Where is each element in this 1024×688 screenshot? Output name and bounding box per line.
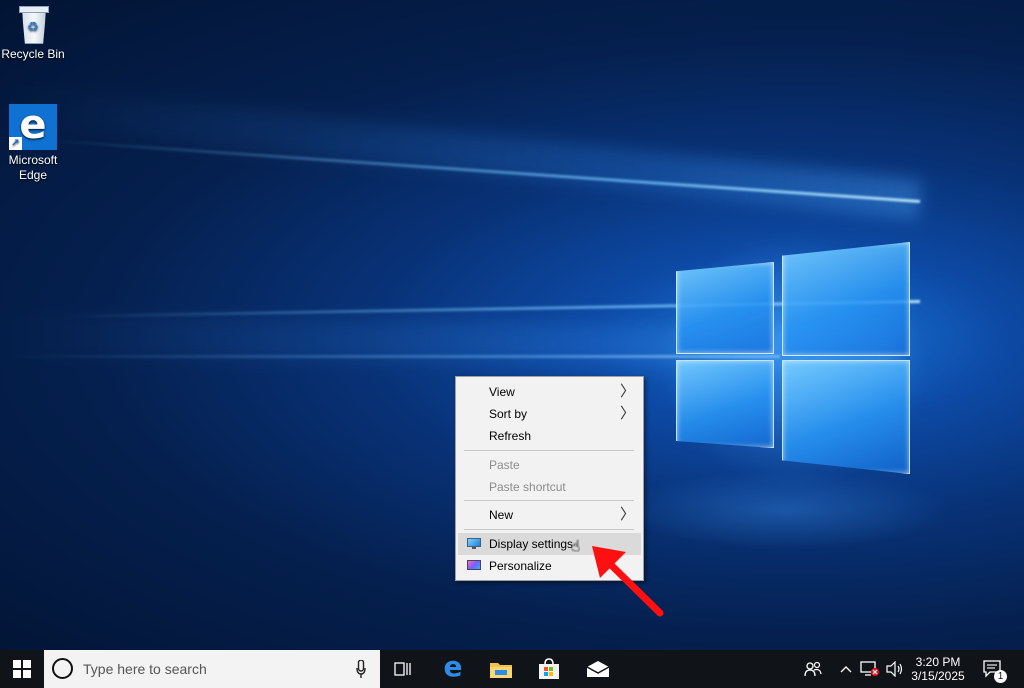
- menu-item-label: New: [489, 508, 514, 522]
- shortcut-arrow-icon: ↗: [9, 137, 22, 150]
- menu-item-paste[interactable]: Paste: [458, 454, 641, 476]
- menu-item-paste-shortcut[interactable]: Paste shortcut: [458, 476, 641, 498]
- microsoft-edge-desktop-icon[interactable]: e ↗ Microsoft Edge: [0, 104, 66, 183]
- chevron-up-icon: [840, 666, 852, 673]
- menu-item-refresh[interactable]: Refresh: [458, 425, 641, 447]
- file-explorer-icon: [490, 663, 512, 678]
- start-button[interactable]: [0, 650, 44, 688]
- red-annotation-arrow-icon: [592, 546, 664, 617]
- microphone-icon[interactable]: [356, 660, 366, 678]
- menu-separator: [464, 450, 634, 451]
- menu-item-view[interactable]: View 〉: [458, 381, 641, 403]
- clock-date: 3/15/2025: [911, 669, 965, 683]
- store-icon: [539, 658, 559, 679]
- chevron-right-icon: 〉: [619, 506, 635, 523]
- mail-icon: [586, 661, 610, 677]
- light-beam: [2, 83, 923, 220]
- menu-item-new[interactable]: New 〉: [458, 504, 641, 526]
- floor-reflection: [620, 470, 950, 550]
- windows-start-icon: [13, 660, 31, 678]
- recycle-bin-icon: ♻: [16, 4, 50, 44]
- edge-icon: e: [443, 650, 463, 683]
- network-button[interactable]: [858, 650, 882, 688]
- taskbar-edge-button[interactable]: e: [432, 650, 474, 688]
- menu-item-label: Sort by: [489, 407, 528, 421]
- volume-button[interactable]: [884, 650, 906, 688]
- taskbar: Type here to search e 3:20 PM 3/15/2025 …: [0, 650, 1024, 688]
- windows-logo-pane-top-left: [676, 262, 774, 354]
- windows-logo-pane-bottom-right: [782, 360, 910, 474]
- menu-item-label: View: [489, 385, 515, 399]
- microsoft-edge-label: Microsoft Edge: [8, 153, 58, 182]
- task-view-button[interactable]: [384, 650, 422, 688]
- network-disconnected-icon: [860, 661, 879, 676]
- people-button[interactable]: [800, 650, 826, 688]
- action-center-button[interactable]: 1: [976, 650, 1010, 688]
- menu-item-label: Personalize: [489, 559, 552, 573]
- recycle-bin-desktop-icon[interactable]: ♻ Recycle Bin: [0, 4, 66, 62]
- windows-logo-pane-top-right: [782, 242, 910, 356]
- personalize-icon: [467, 560, 481, 571]
- menu-separator: [464, 529, 634, 530]
- desktop-background[interactable]: ♻ Recycle Bin e ↗ Microsoft Edge View 〉 …: [0, 0, 1024, 650]
- taskbar-search-box[interactable]: Type here to search: [44, 650, 380, 688]
- taskbar-store-button[interactable]: [528, 650, 570, 688]
- volume-icon: [886, 661, 903, 677]
- notification-count-badge: 1: [994, 670, 1007, 683]
- menu-separator: [464, 500, 634, 501]
- chevron-right-icon: 〉: [619, 405, 635, 422]
- edge-icon: e ↗: [9, 104, 57, 150]
- taskbar-file-explorer-button[interactable]: [480, 650, 522, 688]
- menu-item-label: Display settings: [489, 537, 574, 551]
- taskbar-mail-button[interactable]: [576, 650, 620, 688]
- menu-item-label: Paste shortcut: [489, 480, 566, 494]
- chevron-right-icon: 〉: [619, 383, 635, 400]
- windows-logo-pane-bottom-left: [676, 360, 774, 448]
- menu-item-label: Paste: [489, 458, 520, 472]
- people-icon: [804, 661, 822, 677]
- menu-item-sort-by[interactable]: Sort by 〉: [458, 403, 641, 425]
- show-hidden-icons-button[interactable]: [836, 650, 856, 688]
- clock-button[interactable]: 3:20 PM 3/15/2025: [906, 650, 970, 688]
- recycle-bin-label: Recycle Bin: [1, 47, 65, 61]
- display-icon: [467, 538, 481, 549]
- menu-item-label: Refresh: [489, 429, 532, 443]
- search-placeholder: Type here to search: [83, 661, 207, 677]
- task-view-icon: [394, 662, 411, 676]
- clock-time: 3:20 PM: [915, 655, 961, 669]
- cortana-icon: [52, 658, 73, 679]
